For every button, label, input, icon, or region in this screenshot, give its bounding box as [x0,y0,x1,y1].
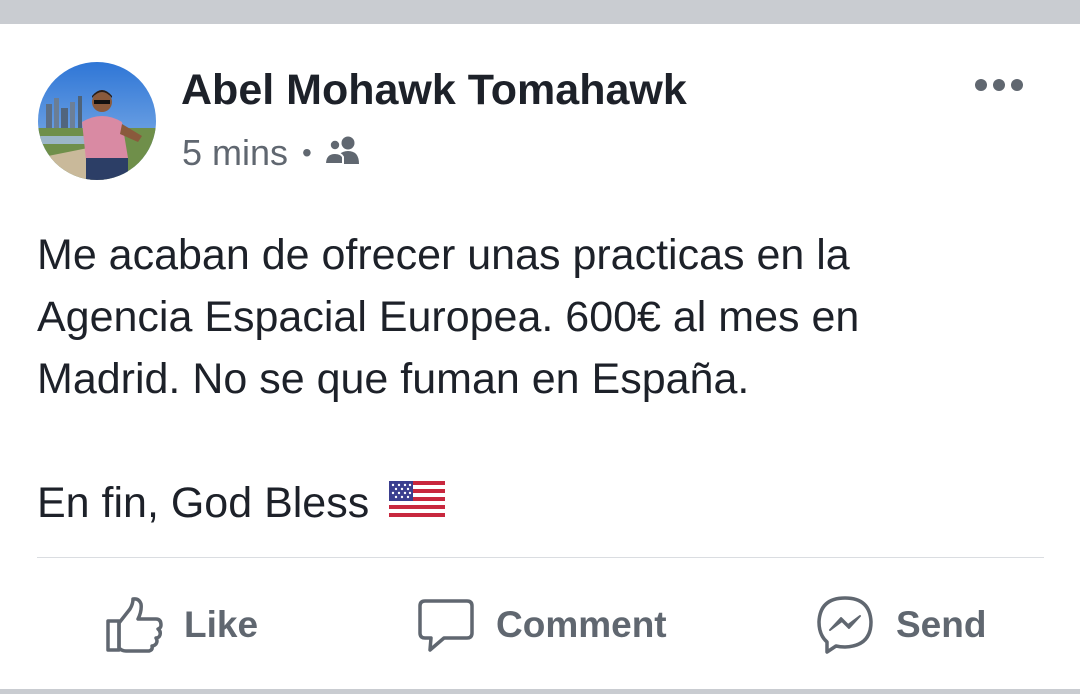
more-options-button[interactable] [966,68,1032,102]
post-text-line: Madrid. No se que fuman en España. [37,355,750,403]
like-label: Like [184,604,259,645]
us-flag-emoji [389,476,446,538]
post-meta: 5 mins • [182,132,364,174]
send-button[interactable]: Send [814,590,986,660]
like-button[interactable]: Like [104,590,258,660]
more-dots-icon [975,79,1023,91]
thumbs-up-icon [104,595,164,655]
author-avatar[interactable] [38,62,156,180]
comment-button[interactable]: Comment [416,590,667,660]
action-bar-divider [37,557,1044,558]
post-card: Abel Mohawk Tomahawk 5 mins • Me acaban … [0,24,1080,689]
post-text-line: Me acaban de ofrecer unas practicas en l… [37,231,850,279]
send-label: Send [896,604,987,645]
closing-text: En fin, God Bless [37,479,370,527]
bottom-separator-band [0,689,1080,694]
comment-label: Comment [496,604,667,645]
top-separator-band [0,0,1080,24]
author-name[interactable]: Abel Mohawk Tomahawk [181,66,687,115]
post-body: Me acaban de ofrecer unas practicas en l… [37,224,1047,538]
post-timestamp[interactable]: 5 mins [182,132,288,174]
messenger-icon [814,594,876,656]
friends-icon[interactable] [323,132,364,174]
meta-separator: • [302,137,312,168]
post-closing-line: En fin, God Bless [37,472,1047,538]
comment-bubble-icon [416,595,476,655]
avatar-photo [38,62,156,180]
post-text-line: Agencia Espacial Europea. 600€ al mes en [37,293,860,341]
